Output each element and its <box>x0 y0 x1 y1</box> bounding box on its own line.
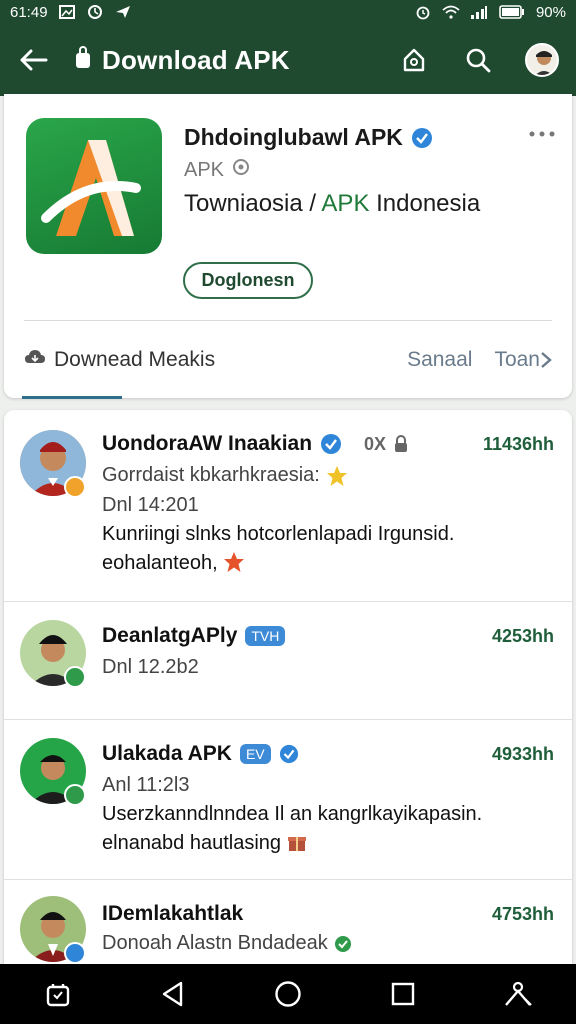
post-author: IDemlakahtlak <box>102 902 244 925</box>
app-name: Dhdoinglubawl APK <box>184 124 403 150</box>
list-item[interactable]: UondoraAW Inaakian 0X 11436hh Gorrdaist … <box>4 410 572 602</box>
send-icon <box>114 4 132 20</box>
post-body: Userzkanndlnndea Il an kangrlkayikapasin… <box>102 800 542 858</box>
gift-icon <box>287 837 306 851</box>
page-title: Download APK <box>102 44 290 75</box>
star-icon <box>224 552 245 572</box>
post-author: Ulakada APK <box>102 742 232 765</box>
settings-icon <box>232 158 250 182</box>
tab-toan[interactable]: Toan <box>494 348 552 372</box>
app-switcher-icon[interactable] <box>34 970 82 1018</box>
app-description: Towniaosia / APK Indonesia <box>184 190 480 218</box>
tab-label: Downead Meakis <box>54 348 216 371</box>
search-icon[interactable] <box>456 38 500 82</box>
post-date: Dnl 14:201 <box>102 494 199 516</box>
battery-icon <box>498 4 526 20</box>
alarm-icon <box>414 4 432 20</box>
app-logo-icon <box>26 118 162 254</box>
app-bar: Download APK <box>0 24 576 96</box>
post-time: 4753hh <box>491 904 554 924</box>
battery-percent: 90% <box>535 3 566 21</box>
status-badge <box>64 476 86 498</box>
list-item[interactable]: IDemlakahtlak 4753hh Donoah Alastn Bndad… <box>4 880 572 970</box>
chevron-right-icon <box>541 352 552 368</box>
list-item[interactable]: Ulakada APK EV 4933hh Anl 11:2l3 Userzka… <box>4 720 572 880</box>
verified-badge-icon <box>321 434 342 454</box>
signal-icon <box>470 4 488 20</box>
verified-badge-icon <box>279 744 298 764</box>
status-badge <box>64 784 86 806</box>
active-tab-indicator <box>22 396 122 399</box>
desc-suffix: Indonesia <box>376 190 481 217</box>
post-subtitle-row: Gorrdaist kbkarhkraesia: <box>102 464 348 487</box>
back-arrow-icon[interactable] <box>12 38 56 82</box>
back-triangle-icon[interactable] <box>149 970 197 1018</box>
tab-sanaal[interactable]: Sanaal <box>407 348 472 372</box>
post-time: 11436hh <box>482 434 554 454</box>
check-circle-icon <box>334 935 351 952</box>
status-badge <box>64 942 86 964</box>
cloud-icon <box>24 347 46 373</box>
app-type: APK <box>184 158 225 181</box>
tabs-row: Downead Meakis Sanaal Toan <box>24 338 552 382</box>
more-options-icon[interactable] <box>522 122 562 146</box>
post-tag: EV <box>239 744 271 764</box>
status-bar: 61:49 90% <box>0 0 576 24</box>
bell-home-icon[interactable] <box>392 38 436 82</box>
list-item[interactable]: DeanlatgAPly TVH 4253hh Dnl 12.2b2 <box>4 602 572 720</box>
post-body-text: Kunriingi slnks hotcorlenlapadi Irgunsid… <box>102 523 455 574</box>
post-extra: 0X <box>364 433 387 454</box>
post-tag: TVH <box>245 626 286 646</box>
post-date: Dnl 12.2b2 <box>102 656 199 678</box>
post-date: Anl 11:2l3 <box>102 774 190 796</box>
post-feed: UondoraAW Inaakian 0X 11436hh Gorrdaist … <box>4 410 572 970</box>
post-time: 4253hh <box>491 626 554 646</box>
download-button[interactable]: Doglonesn <box>183 262 313 299</box>
tab-download-media[interactable]: Downead Meakis <box>24 347 215 373</box>
gallery-icon <box>58 4 76 20</box>
lock-icon <box>395 435 408 452</box>
status-time: 61:49 <box>10 3 48 21</box>
post-body: Kunriingi slnks hotcorlenlapadi Irgunsid… <box>102 520 542 578</box>
desc-accent: APK <box>321 190 370 217</box>
post-subtitle-row: Donoah Alastn Bndadeak <box>102 932 352 955</box>
app-info-card: Dhdoinglubawl APK APK Towniaosia / APK I… <box>4 94 572 399</box>
wifi-icon <box>442 4 460 20</box>
desc-prefix: Towniaosia / <box>184 190 317 217</box>
post-author: UondoraAW Inaakian <box>102 432 313 455</box>
post-author: DeanlatgAPly <box>102 624 238 647</box>
tab-toan-label: Toan <box>494 348 540 371</box>
recents-square-icon[interactable] <box>379 970 427 1018</box>
bag-icon <box>74 45 92 75</box>
divider <box>24 320 552 321</box>
assist-icon[interactable] <box>494 970 542 1018</box>
post-subtitle: Gorrdaist kbkarhkraesia: <box>102 464 320 486</box>
system-nav-bar <box>0 964 576 1024</box>
post-subtitle: Donoah Alastn Bndadeak <box>102 932 328 954</box>
profile-avatar[interactable] <box>520 38 564 82</box>
status-badge <box>64 666 86 688</box>
home-circle-icon[interactable] <box>264 970 312 1018</box>
sync-icon <box>86 4 104 20</box>
post-time: 4933hh <box>491 744 554 764</box>
verified-badge-icon <box>411 127 433 149</box>
star-icon <box>326 465 347 486</box>
